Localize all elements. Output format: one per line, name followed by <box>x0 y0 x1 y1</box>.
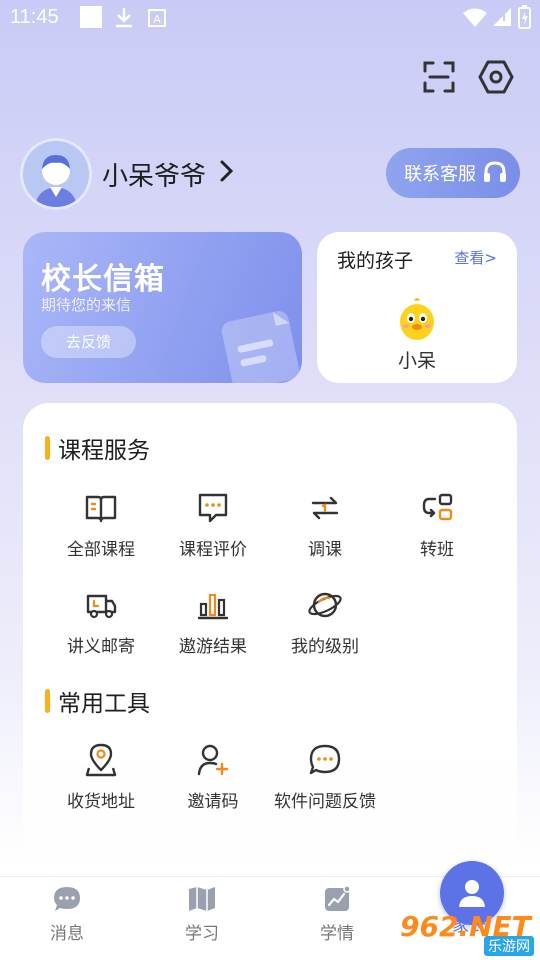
chevron-right-icon[interactable] <box>218 158 236 184</box>
services-panel: 课程服务 全部课程 课程评价 调课 转班 讲义邮寄 遨游结果 我的级别 常用工具… <box>23 403 517 873</box>
map-book-icon <box>189 887 215 911</box>
settings-hexagon-icon[interactable] <box>478 60 514 94</box>
tab-learning-status[interactable]: 学情 <box>287 885 387 944</box>
grid-item-label: 软件问题反馈 <box>274 792 376 812</box>
planet-icon <box>308 592 342 618</box>
tab-message[interactable]: 消息 <box>17 885 117 944</box>
chart-icon <box>325 885 351 911</box>
user-name[interactable]: 小呆爷爷 <box>102 156 206 193</box>
a-icon: A <box>148 9 166 27</box>
common-tools-title: 常用工具 <box>58 691 150 717</box>
grid-item-label: 我的级别 <box>291 637 359 657</box>
invite-code-button[interactable]: 邀请码 <box>157 743 269 812</box>
avatar[interactable] <box>20 138 92 210</box>
contact-service-button[interactable]: 联系客服 <box>386 148 520 198</box>
software-feedback-button[interactable]: 软件问题反馈 <box>269 743 381 812</box>
mailbox-title: 校长信箱 <box>41 262 165 297</box>
chick-mascot-icon[interactable] <box>397 296 437 342</box>
tab-label: 学习 <box>185 924 219 944</box>
tab-study[interactable]: 学习 <box>152 885 252 944</box>
notification-square-icon <box>80 6 102 28</box>
common-tools-heading: 常用工具 <box>45 684 150 718</box>
principal-mailbox-card[interactable]: 校长信箱 期待您的来信 去反馈 <box>23 232 302 383</box>
transfer-class-button[interactable]: 转班 <box>381 491 493 560</box>
location-icon <box>85 743 117 777</box>
shipping-address-button[interactable]: 收货地址 <box>45 743 157 812</box>
all-courses-button[interactable]: 全部课程 <box>45 491 157 560</box>
course-service-title: 课程服务 <box>58 438 150 464</box>
grid-item-label: 调课 <box>308 540 342 560</box>
roaming-result-button[interactable]: 遨游结果 <box>157 588 269 657</box>
grid-item-label: 讲义邮寄 <box>67 637 135 657</box>
user-icon <box>459 880 485 907</box>
feedback-button[interactable]: 去反馈 <box>41 326 136 358</box>
handout-mail-button[interactable]: 讲义邮寄 <box>45 588 157 657</box>
watermark-sub: 乐游网 <box>484 936 534 956</box>
truck-icon <box>86 594 117 619</box>
section-marker <box>45 436 50 460</box>
contact-service-label: 联系客服 <box>404 164 476 185</box>
feedback-icon <box>309 744 341 775</box>
swap-icon <box>311 496 339 520</box>
signal-icon <box>493 8 511 26</box>
grid-item-label: 转班 <box>420 540 454 560</box>
grid-item-label: 全部课程 <box>67 540 135 560</box>
grid-item-label: 遨游结果 <box>179 637 247 657</box>
top-actions <box>422 60 514 94</box>
reschedule-button[interactable]: 调课 <box>269 491 381 560</box>
mailbox-subtitle: 期待您的来信 <box>41 296 132 314</box>
tab-label: 学情 <box>320 924 354 944</box>
download-icon <box>116 8 132 28</box>
add-user-icon <box>197 744 229 776</box>
course-review-button[interactable]: 课程评价 <box>157 491 269 560</box>
status-bar: 11:45 A <box>0 0 540 36</box>
my-child-card: 我的孩子 查看> 小呆 <box>317 232 517 383</box>
my-level-button[interactable]: 我的级别 <box>269 588 381 657</box>
profile-row: 小呆爷爷 联系客服 <box>20 138 520 210</box>
grandparent-avatar-icon <box>23 141 89 207</box>
letter-decoration-icon <box>221 311 300 383</box>
course-service-heading: 课程服务 <box>45 431 150 465</box>
child-card-title: 我的孩子 <box>337 250 414 272</box>
view-child-link[interactable]: 查看> <box>454 247 497 268</box>
status-time: 11:45 <box>10 6 59 28</box>
transfer-icon <box>422 493 453 521</box>
site-watermark: 962.NET 乐游网 <box>400 910 540 958</box>
scan-icon[interactable] <box>422 60 456 94</box>
child-name: 小呆 <box>397 350 436 372</box>
comment-icon <box>198 493 228 523</box>
tab-label: 消息 <box>50 924 84 944</box>
message-icon <box>54 887 80 911</box>
book-icon <box>85 495 117 523</box>
battery-icon <box>518 5 531 29</box>
bar-chart-icon <box>197 593 229 620</box>
grid-item-label: 课程评价 <box>179 540 247 560</box>
grid-item-label: 邀请码 <box>187 792 239 812</box>
section-marker <box>45 689 50 713</box>
grid-item-label: 收货地址 <box>67 792 135 812</box>
headset-icon <box>484 161 506 182</box>
svg-text:A: A <box>153 13 161 26</box>
wifi-icon <box>463 8 487 27</box>
